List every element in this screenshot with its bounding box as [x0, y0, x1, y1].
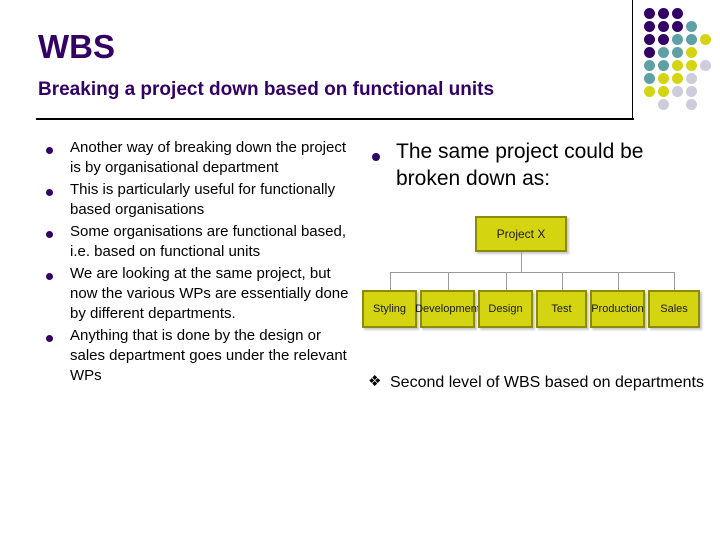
bullet-dot-icon [372, 138, 380, 165]
org-connector-drop [389, 272, 391, 290]
org-connector-stem [521, 252, 522, 272]
list-item: Anything that is done by the design or s… [38, 326, 358, 386]
header-vertical-divider [632, 0, 633, 120]
list-item-label: Another way of breaking down the project… [70, 139, 346, 176]
decor-dot [700, 60, 711, 71]
right-heading-list: The same project could be broken down as… [362, 138, 712, 192]
org-node-child[interactable]: Styling [362, 290, 417, 328]
bullet-dot-icon [46, 325, 53, 345]
decor-dot [644, 73, 655, 84]
decor-dot [658, 34, 669, 45]
bullet-dot-icon [46, 137, 53, 157]
decor-dot [686, 47, 697, 58]
left-bullet-list: Another way of breaking down the project… [38, 138, 358, 386]
bullet-dot-icon [46, 221, 53, 241]
decor-dot [672, 21, 683, 32]
decor-dot [644, 8, 655, 19]
decor-dot [672, 60, 683, 71]
decor-dot [672, 86, 683, 97]
decor-dot [686, 99, 697, 110]
list-item: Some organisations are functional based,… [38, 222, 358, 262]
page-subtitle: Breaking a project down based on functio… [38, 79, 495, 100]
decorative-dot-grid [644, 8, 720, 116]
header-divider [36, 118, 634, 120]
org-connector-drop [447, 272, 449, 290]
decor-dot [672, 47, 683, 58]
diamond-star-icon: ❖ [368, 373, 382, 390]
org-connector-drop [674, 272, 675, 290]
right-footnote-text: Second level of WBS based on departments [390, 374, 704, 391]
decor-dot [644, 21, 655, 32]
list-item-label: Anything that is done by the design or s… [70, 327, 347, 384]
org-node-child[interactable]: Development [415, 290, 480, 328]
right-footnote-list: ❖ Second level of WBS based on departmen… [362, 372, 712, 393]
org-connector-bus [389, 272, 674, 273]
bullet-dot-icon [46, 179, 53, 199]
decor-dot [644, 86, 655, 97]
list-item-label: We are looking at the same project, but … [70, 265, 349, 322]
list-item: Another way of breaking down the project… [38, 138, 358, 178]
decor-dot [658, 73, 669, 84]
decor-dot [686, 34, 697, 45]
decor-dot [672, 34, 683, 45]
decor-dot [686, 73, 697, 84]
decor-dot [672, 73, 683, 84]
org-connector-drop [561, 272, 563, 290]
org-node-child[interactable]: Production [590, 290, 645, 328]
decor-dot [658, 8, 669, 19]
list-item: This is particularly useful for function… [38, 180, 358, 220]
org-node-child[interactable]: Design [478, 290, 533, 328]
decor-dot [672, 8, 683, 19]
org-connector-drop [505, 272, 507, 290]
decor-dot [700, 34, 711, 45]
right-footnote-block: ❖ Second level of WBS based on departmen… [362, 372, 712, 395]
left-content-column: Another way of breaking down the project… [38, 138, 358, 388]
right-heading-text: The same project could be broken down as… [396, 140, 644, 190]
decor-dot [658, 99, 669, 110]
list-item: ❖ Second level of WBS based on departmen… [362, 372, 712, 393]
org-node-child[interactable]: Test [536, 290, 587, 328]
org-chart-diagram: Project X Styling Development Design Test Pro… [362, 210, 712, 355]
org-connector-drop [617, 272, 619, 290]
list-item: The same project could be broken down as… [362, 138, 712, 192]
list-item: We are looking at the same project, but … [38, 264, 358, 324]
decor-dot [686, 21, 697, 32]
bullet-dot-icon [46, 263, 53, 283]
list-item-label: This is particularly useful for function… [70, 181, 336, 218]
list-item-label: Some organisations are functional based,… [70, 223, 347, 260]
decor-dot [658, 21, 669, 32]
decor-dot [644, 34, 655, 45]
decor-dot [658, 60, 669, 71]
page-title: WBS [38, 28, 115, 65]
decor-dot [644, 47, 655, 58]
decor-dot [658, 47, 669, 58]
org-node-root[interactable]: Project X [475, 216, 567, 252]
decor-dot [686, 86, 697, 97]
decor-dot [658, 86, 669, 97]
org-node-child[interactable]: Sales [648, 290, 700, 328]
right-content-column: The same project could be broken down as… [362, 138, 712, 194]
decor-dot [686, 60, 697, 71]
decor-dot [644, 60, 655, 71]
